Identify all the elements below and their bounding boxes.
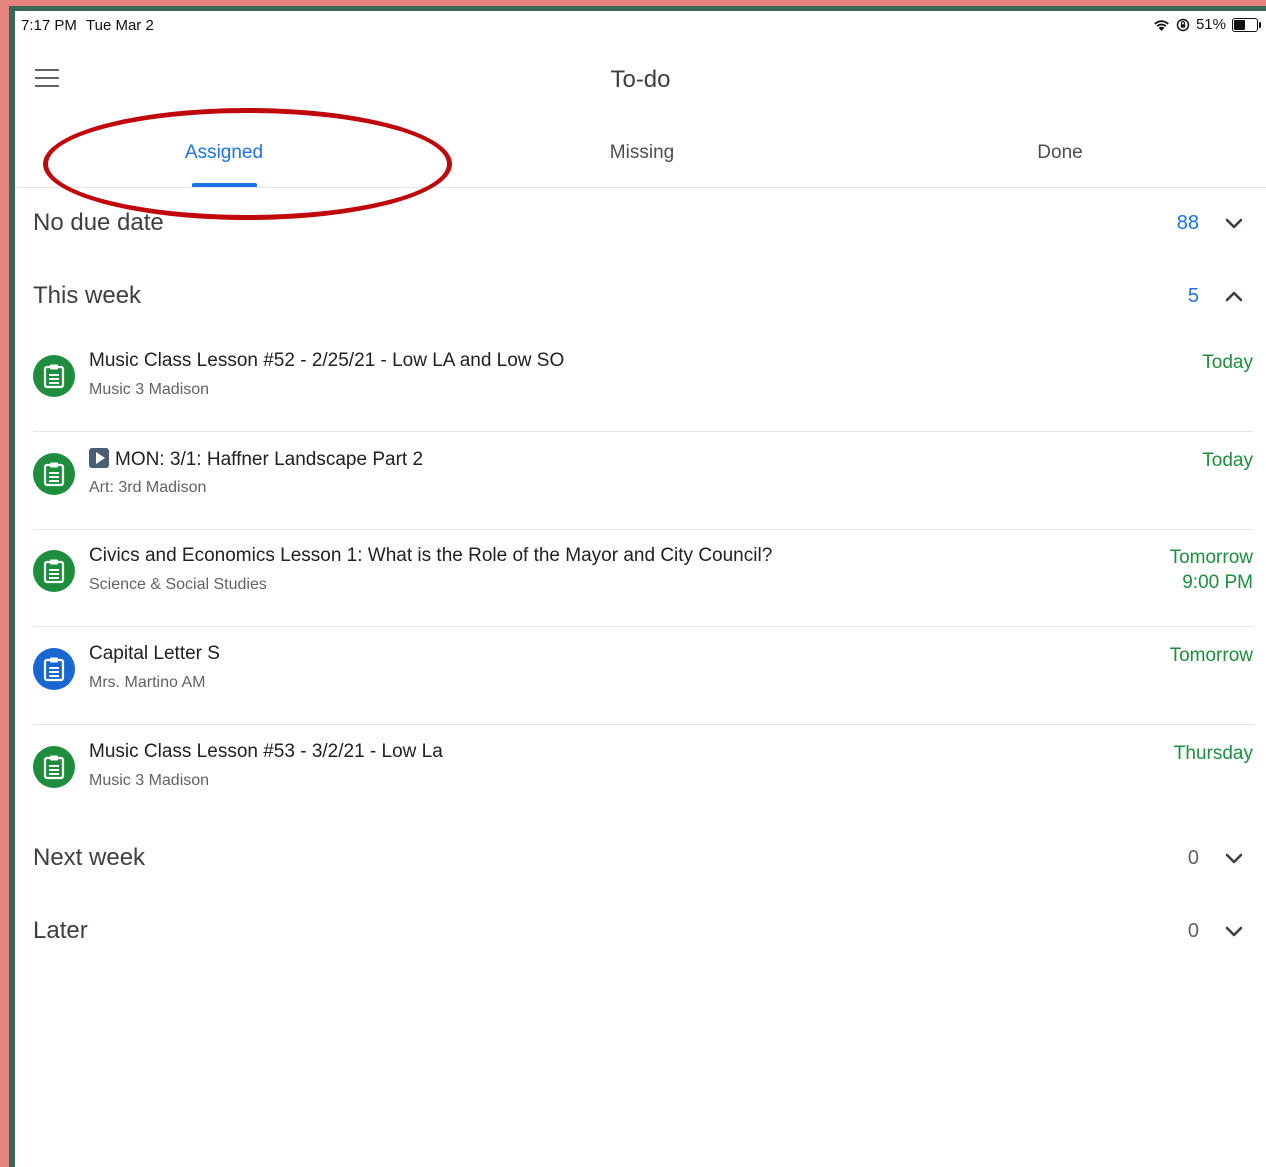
- assignment-due: Tomorrow: [1170, 643, 1253, 668]
- battery-icon: [1232, 17, 1261, 32]
- assignment-class: Music 3 Madison: [89, 381, 210, 398]
- page-title: To-do: [610, 66, 671, 93]
- assignment-due: Tomorrow 9:00 PM: [1170, 545, 1253, 595]
- clipboard-icon: [43, 657, 65, 682]
- status-time: 7:17 PM: [21, 17, 77, 34]
- tab-missing[interactable]: Missing: [433, 131, 851, 187]
- active-tab-indicator: [192, 183, 257, 187]
- assignment-icon: [33, 355, 75, 397]
- due-date: Thursday: [1173, 743, 1253, 764]
- assignment-class: Music 3 Madison: [89, 772, 210, 789]
- clipboard-icon: [43, 755, 65, 780]
- assignment-due: Thursday: [1174, 741, 1253, 766]
- assignment-title: Music Class Lesson #52 - 2/25/21 - Low L…: [89, 350, 565, 371]
- assignment-item[interactable]: Music Class Lesson #52 - 2/25/21 - Low L…: [33, 333, 1253, 432]
- section-title: This week: [33, 282, 142, 309]
- orientation-lock-icon: [1176, 18, 1190, 31]
- section-title: Later: [33, 917, 88, 944]
- due-date: Tomorrow: [1169, 547, 1253, 568]
- chevron-up-icon[interactable]: [1225, 288, 1243, 306]
- assignment-class: Mrs. Martino AM: [89, 674, 206, 691]
- section-title: No due date: [33, 209, 164, 236]
- due-date: Today: [1202, 352, 1253, 373]
- section-header-later[interactable]: Later 0: [33, 917, 1253, 957]
- assignment-class: Art: 3rd Madison: [89, 479, 207, 496]
- due-time: 9:00 PM: [1182, 572, 1253, 593]
- section-count: 88: [1176, 212, 1199, 234]
- assignment-item[interactable]: Capital Letter S Mrs. Martino AM Tomorro…: [33, 626, 1253, 725]
- clipboard-icon: [43, 462, 65, 487]
- assignment-title-row: MON: 3/1: Haffner Landscape Part 2: [89, 448, 423, 471]
- tab-assigned[interactable]: Assigned: [15, 131, 433, 187]
- due-date: Tomorrow: [1169, 645, 1253, 666]
- section-count: 0: [1187, 847, 1199, 869]
- tab-done[interactable]: Done: [851, 131, 1266, 187]
- wifi-icon: [1154, 19, 1169, 31]
- assignment-title: Capital Letter S: [89, 643, 220, 664]
- app-screen: 7:17 PM Tue Mar 2 51% To-do Assigned Mis…: [15, 11, 1266, 1167]
- clipboard-icon: [43, 559, 65, 584]
- status-date: Tue Mar 2: [86, 17, 154, 34]
- clipboard-icon: [43, 364, 65, 389]
- section-header-no-due-date[interactable]: No due date 88: [33, 209, 1253, 249]
- assignment-item[interactable]: Civics and Economics Lesson 1: What is t…: [33, 528, 1253, 627]
- assignment-class: Science & Social Studies: [89, 576, 267, 593]
- play-video-icon: [89, 448, 109, 468]
- due-date: Today: [1202, 450, 1253, 471]
- section-header-next-week[interactable]: Next week 0: [33, 844, 1253, 884]
- assignment-item[interactable]: Music Class Lesson #53 - 3/2/21 - Low La…: [33, 724, 1253, 822]
- chevron-down-icon[interactable]: [1225, 850, 1243, 868]
- chevron-down-icon[interactable]: [1225, 215, 1243, 233]
- section-count: 5: [1187, 285, 1199, 307]
- assignment-icon: [33, 746, 75, 788]
- assignment-due: Today: [1202, 448, 1253, 473]
- battery-percentage: 51%: [1195, 16, 1226, 33]
- assignment-item[interactable]: MON: 3/1: Haffner Landscape Part 2 Art: …: [33, 431, 1253, 530]
- status-indicators: 51%: [1153, 16, 1261, 33]
- assignment-title: Music Class Lesson #53 - 3/2/21 - Low La: [89, 741, 443, 762]
- assignment-icon: [33, 648, 75, 690]
- assignment-due: Today: [1202, 350, 1253, 375]
- status-bar: 7:17 PM Tue Mar 2 51%: [15, 11, 1266, 41]
- section-header-this-week[interactable]: This week 5: [33, 282, 1253, 322]
- assignment-icon: [33, 550, 75, 592]
- assignment-icon: [33, 453, 75, 495]
- tab-bar: Assigned Missing Done: [15, 131, 1266, 188]
- assignment-title: MON: 3/1: Haffner Landscape Part 2: [115, 449, 424, 470]
- chevron-down-icon[interactable]: [1225, 923, 1243, 941]
- section-count: 0: [1187, 920, 1199, 942]
- assignment-title: Civics and Economics Lesson 1: What is t…: [89, 545, 773, 566]
- section-title: Next week: [33, 844, 146, 871]
